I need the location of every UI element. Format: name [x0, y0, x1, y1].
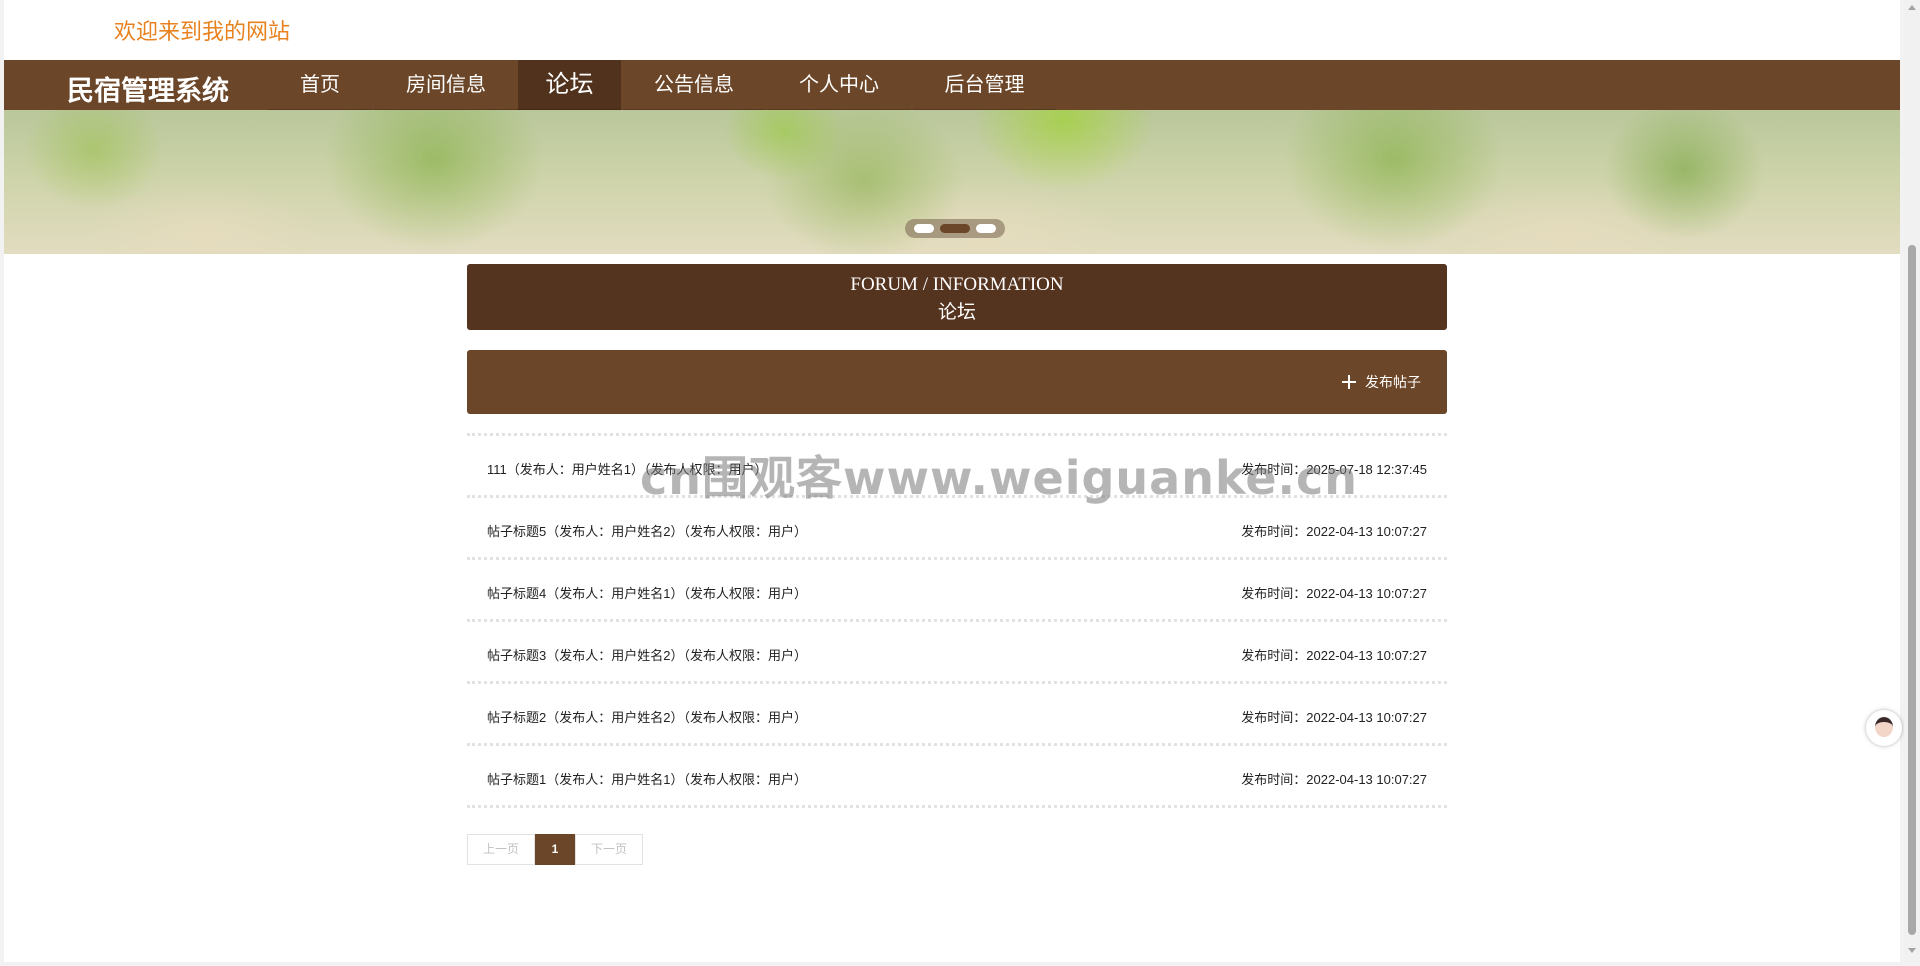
watermark: cn围观客www.weiguanke.cn	[640, 451, 1359, 505]
post-title[interactable]: 帖子标题5（发布人：用户姓名2）（发布人权限：用户）	[487, 521, 807, 540]
pagination: 上一页 1 下一页	[467, 834, 643, 865]
carousel-dot-3[interactable]	[976, 224, 996, 233]
nav-room-info[interactable]: 房间信息	[374, 60, 518, 110]
scroll-down-arrow-icon[interactable]	[1908, 948, 1916, 953]
section-title-en: FORUM / INFORMATION	[850, 274, 1064, 295]
post-row[interactable]: 帖子标题2（发布人：用户姓名2）（发布人权限：用户） 发布时间：2022-04-…	[467, 684, 1447, 746]
publish-post-button[interactable]: 发布帖子	[1342, 372, 1421, 392]
section-header: FORUM / INFORMATION 论坛	[467, 264, 1447, 330]
post-title[interactable]: 帖子标题1（发布人：用户姓名1）（发布人权限：用户）	[487, 769, 807, 788]
post-title[interactable]: 帖子标题4（发布人：用户姓名1）（发布人权限：用户）	[487, 583, 807, 602]
post-title[interactable]: 帖子标题2（发布人：用户姓名2）（发布人权限：用户）	[487, 707, 807, 726]
scrollbar-thumb[interactable]	[1908, 245, 1916, 935]
nav-forum[interactable]: 论坛	[518, 60, 621, 110]
post-time: 发布时间：2022-04-13 10:07:27	[1241, 710, 1427, 725]
plus-icon	[1342, 375, 1356, 389]
current-page-button[interactable]: 1	[535, 834, 575, 865]
banner-carousel[interactable]	[4, 110, 1900, 254]
nav-admin[interactable]: 后台管理	[913, 60, 1056, 110]
post-row[interactable]: 帖子标题3（发布人：用户姓名2）（发布人权限：用户） 发布时间：2022-04-…	[467, 622, 1447, 684]
scroll-up-arrow-icon[interactable]	[1908, 5, 1916, 10]
carousel-dot-2[interactable]	[940, 224, 970, 233]
post-time: 发布时间：2022-04-13 10:07:27	[1241, 586, 1427, 601]
welcome-text: 欢迎来到我的网站	[114, 19, 291, 44]
post-time: 发布时间：2022-04-13 10:07:27	[1241, 648, 1427, 663]
section-title-cn: 论坛	[937, 302, 976, 323]
carousel-indicators	[905, 219, 1005, 238]
nav-personal-center[interactable]: 个人中心	[767, 60, 911, 110]
assistant-avatar-icon[interactable]	[1866, 710, 1902, 746]
post-row[interactable]: 帖子标题4（发布人：用户姓名1）（发布人权限：用户） 发布时间：2022-04-…	[467, 560, 1447, 622]
post-time: 发布时间：2022-04-13 10:07:27	[1241, 772, 1427, 787]
nav-announcements[interactable]: 公告信息	[623, 60, 765, 110]
prev-page-button[interactable]: 上一页	[467, 834, 535, 865]
top-navbar: 民宿管理系统 首页 房间信息 论坛 公告信息 个人中心 后台管理	[4, 60, 1900, 110]
post-time: 发布时间：2022-04-13 10:07:27	[1241, 524, 1427, 539]
next-page-button[interactable]: 下一页	[575, 834, 643, 865]
page: 欢迎来到我的网站 民宿管理系统 首页 房间信息 论坛 公告信息 个人中心 后台管…	[4, 0, 1900, 962]
nav-home[interactable]: 首页	[268, 60, 372, 110]
post-title[interactable]: 帖子标题3（发布人：用户姓名2）（发布人权限：用户）	[487, 645, 807, 664]
forum-toolbar: 发布帖子	[467, 350, 1447, 414]
avatar-face	[1875, 717, 1893, 737]
site-brand[interactable]: 民宿管理系统	[67, 69, 229, 108]
publish-post-label: 发布帖子	[1365, 374, 1421, 390]
post-row[interactable]: 帖子标题1（发布人：用户姓名1）（发布人权限：用户） 发布时间：2022-04-…	[467, 746, 1447, 808]
page-scrollbar[interactable]	[1904, 0, 1920, 962]
carousel-dot-1[interactable]	[914, 224, 934, 233]
